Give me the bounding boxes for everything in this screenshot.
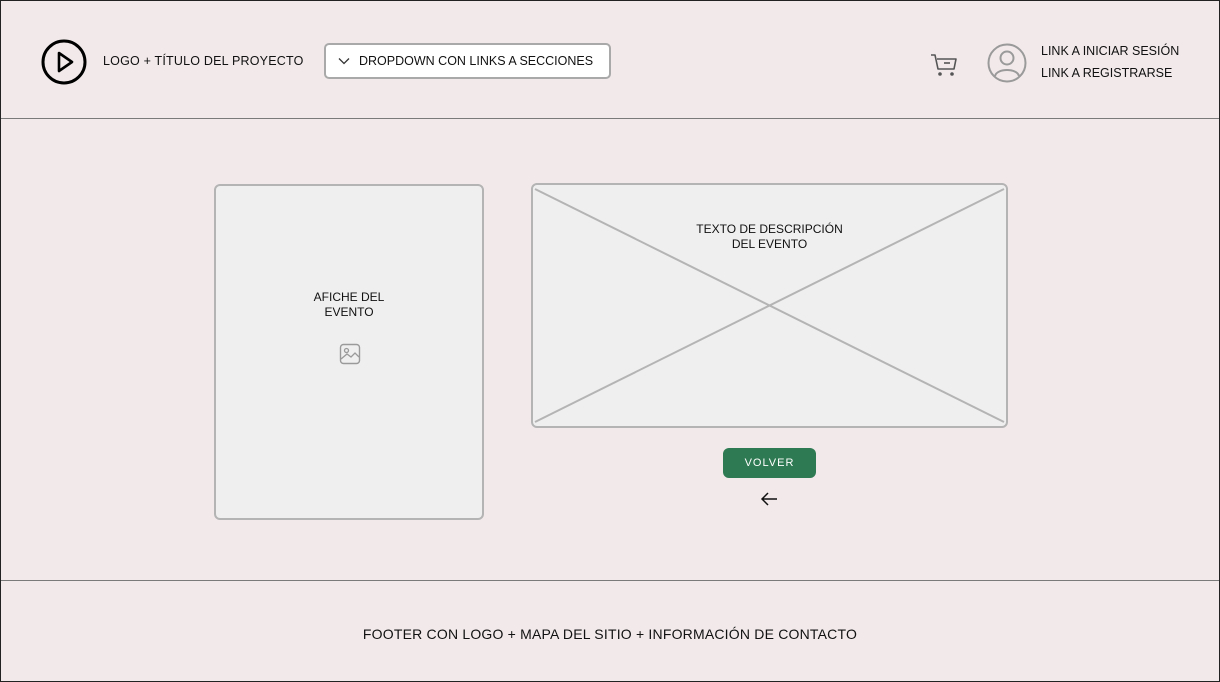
cart-icon[interactable] — [930, 51, 958, 79]
dropdown-label: DROPDOWN CON LINKS A SECCIONES — [359, 54, 594, 68]
back-button[interactable]: VOLVER — [723, 448, 816, 478]
user-avatar-icon[interactable] — [987, 43, 1027, 83]
chevron-down-icon — [338, 58, 350, 65]
register-link[interactable]: LINK A REGISTRARSE — [1041, 66, 1172, 80]
description-line2: DEL EVENTO — [731, 237, 808, 251]
arrow-left-icon[interactable] — [759, 489, 779, 509]
poster-label-line1: AFICHE DEL — [313, 290, 385, 304]
event-description-placeholder: TEXTO DE DESCRIPCIÓN DEL EVENTO — [531, 183, 1008, 428]
play-circle-icon[interactable] — [41, 39, 87, 85]
description-label: TEXTO DE DESCRIPCIÓN DEL EVENTO — [533, 222, 1006, 252]
poster-label-line2: EVENTO — [324, 305, 374, 319]
image-icon — [339, 343, 361, 365]
description-line1: TEXTO DE DESCRIPCIÓN — [696, 222, 843, 236]
footer-text: FOOTER CON LOGO + MAPA DEL SITIO + INFOR… — [362, 626, 858, 642]
page-frame: LOGO + TÍTULO DEL PROYECTO DROPDOWN CON … — [0, 0, 1220, 682]
project-title[interactable]: LOGO + TÍTULO DEL PROYECTO — [103, 54, 304, 68]
site-footer: FOOTER CON LOGO + MAPA DEL SITIO + INFOR… — [1, 580, 1219, 681]
poster-label: AFICHE DEL EVENTO — [216, 290, 482, 320]
site-header: LOGO + TÍTULO DEL PROYECTO DROPDOWN CON … — [1, 1, 1219, 119]
sections-dropdown[interactable]: DROPDOWN CON LINKS A SECCIONES — [324, 43, 611, 79]
event-poster-placeholder: AFICHE DEL EVENTO — [214, 184, 484, 520]
login-link[interactable]: LINK A INICIAR SESIÓN — [1041, 44, 1179, 58]
